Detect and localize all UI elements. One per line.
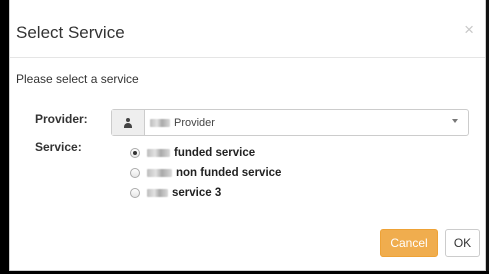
service-option-2[interactable]: non funded service: [130, 166, 281, 180]
select-service-dialog: Select Service × Please select a service…: [9, 0, 486, 271]
dialog-prompt: Please select a service: [16, 72, 139, 86]
provider-select-value[interactable]: Provider: [145, 110, 468, 135]
service-option-label: funded service: [174, 147, 256, 159]
close-icon[interactable]: ×: [464, 20, 474, 40]
radio-button[interactable]: [130, 188, 140, 198]
radio-button[interactable]: [130, 168, 140, 178]
provider-label: Provider:: [35, 112, 88, 126]
radio-button-checked[interactable]: [130, 148, 140, 158]
redacted-provider-name: [150, 118, 170, 127]
provider-select-text: Provider: [174, 116, 215, 129]
service-option-3[interactable]: service 3: [130, 186, 221, 200]
background-edge-left: [0, 0, 9, 274]
redacted-service-prefix: [147, 189, 168, 197]
dialog-title: Select Service: [16, 23, 125, 42]
provider-addon: [112, 110, 145, 135]
service-label: Service:: [35, 140, 82, 154]
provider-select[interactable]: Provider: [111, 109, 469, 136]
user-icon: [123, 117, 133, 128]
service-option-label: service 3: [172, 187, 222, 199]
chevron-down-icon: [452, 119, 458, 123]
service-option-1[interactable]: funded service: [130, 146, 255, 160]
cancel-button[interactable]: Cancel: [380, 229, 438, 257]
ok-button[interactable]: OK: [445, 229, 480, 257]
screen: Select Service × Please select a service…: [0, 0, 489, 274]
service-option-label: non funded service: [176, 167, 282, 179]
redacted-service-prefix: [147, 149, 170, 157]
redacted-service-prefix: [147, 169, 172, 177]
dialog-header: Select Service ×: [10, 0, 485, 58]
